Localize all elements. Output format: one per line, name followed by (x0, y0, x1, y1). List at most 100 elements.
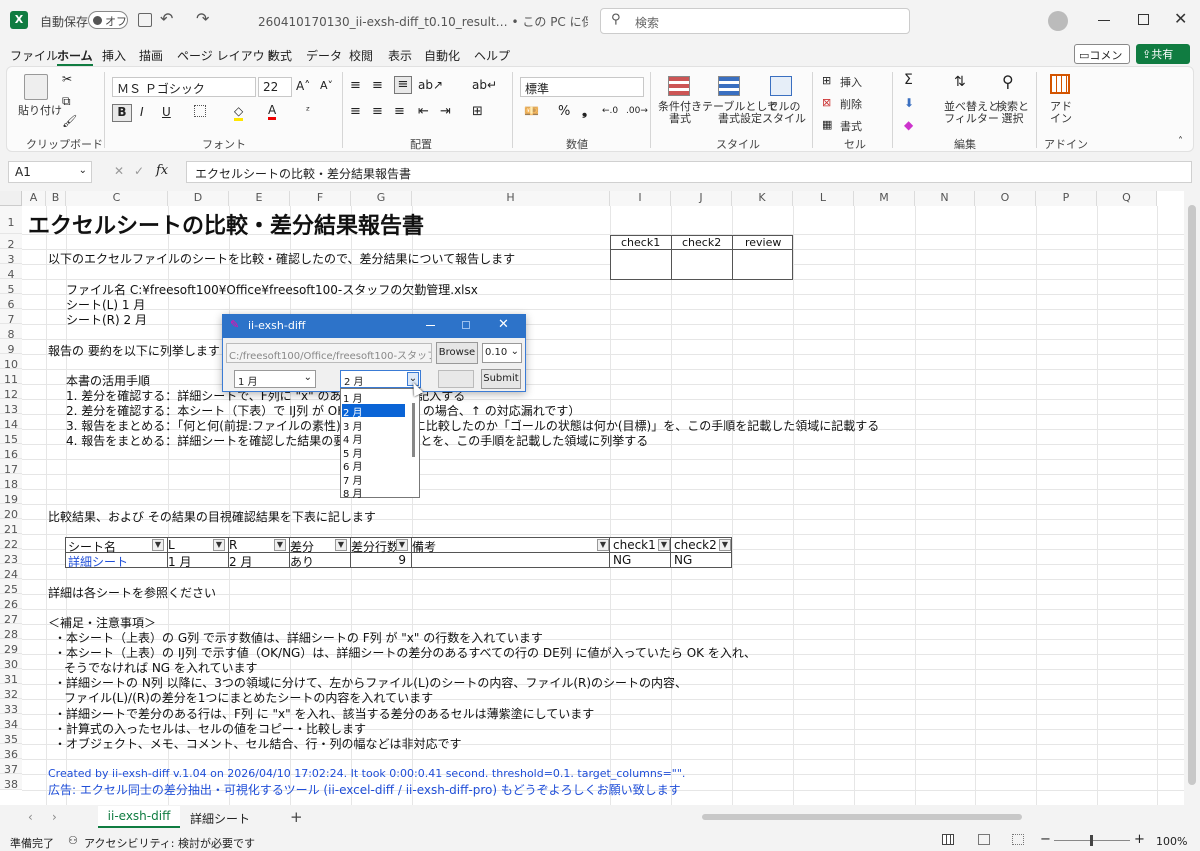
menu-home[interactable]: ホーム (57, 47, 93, 66)
column-header[interactable]: C (66, 191, 168, 206)
row-header[interactable]: 19 (0, 489, 22, 506)
borders-icon[interactable] (194, 105, 206, 117)
row-header[interactable]: 21 (0, 519, 22, 536)
align-left-icon[interactable]: ≡ (350, 104, 361, 119)
vertical-scrollbar[interactable] (1184, 191, 1200, 805)
row-header[interactable]: 28 (0, 624, 22, 641)
dialog-title-bar[interactable]: ✎ ii-exsh-diff ✕ (222, 314, 526, 338)
redo-icon[interactable]: ↷ (196, 9, 209, 28)
cell-styles-icon[interactable] (770, 76, 792, 96)
find-select-button[interactable]: 検索と 選択 (996, 101, 1029, 125)
submit-button[interactable]: Submit (481, 369, 521, 389)
bold-button[interactable]: B (112, 104, 132, 122)
minimize-icon[interactable] (1098, 20, 1110, 21)
percent-icon[interactable]: % (558, 104, 570, 119)
row-header[interactable]: 2 (0, 234, 22, 251)
row-header[interactable]: 12 (0, 384, 22, 401)
menu-file[interactable]: ファイル (10, 47, 58, 64)
sort-filter-icon[interactable]: ⇅ (954, 74, 966, 90)
format-as-table-icon[interactable] (718, 76, 740, 96)
enter-formula-icon[interactable]: ✓ (134, 164, 144, 178)
row-header[interactable]: 29 (0, 639, 22, 656)
select-all-button[interactable] (0, 191, 22, 206)
conditional-format-icon[interactable] (668, 76, 690, 96)
fill-icon[interactable]: ⬇ (904, 96, 914, 110)
row-header[interactable]: 4 (0, 264, 22, 281)
filter-button-l[interactable]: ▼ (213, 539, 225, 551)
table-cell-sheet-link[interactable]: 詳細シート (68, 553, 128, 570)
menu-data[interactable]: データ (306, 47, 342, 64)
name-box[interactable]: A1 ⌄ (8, 161, 92, 183)
row-header[interactable]: 26 (0, 594, 22, 611)
undo-icon[interactable]: ↶ (160, 9, 173, 28)
row-header[interactable]: 30 (0, 654, 22, 671)
row-header[interactable]: 33 (0, 699, 22, 716)
menu-view[interactable]: 表示 (388, 47, 412, 64)
sort-filter-button[interactable]: 並べ替えと フィルター (944, 101, 999, 125)
row-header[interactable]: 23 (0, 549, 22, 566)
insert-cells-icon[interactable]: ⊞ (822, 74, 831, 87)
row-header[interactable]: 10 (0, 354, 22, 371)
column-header[interactable]: F (290, 191, 351, 206)
row-header[interactable]: 11 (0, 369, 22, 386)
row-header[interactable]: 37 (0, 759, 22, 776)
column-header[interactable]: H (412, 191, 610, 206)
dialog-maximize-icon[interactable] (462, 321, 470, 329)
clear-icon[interactable]: ◆ (904, 118, 913, 132)
menu-page-layout[interactable]: ページ レイアウト (177, 47, 277, 64)
menu-formulas[interactable]: 数式 (268, 47, 292, 64)
font-size-select[interactable]: 22 (258, 77, 292, 97)
addins-icon[interactable] (1050, 74, 1070, 94)
column-header[interactable]: K (732, 191, 793, 206)
add-sheet-icon[interactable]: + (290, 808, 303, 826)
share-button[interactable]: ⇪共有 (1136, 44, 1190, 64)
left-sheet-select[interactable]: 1 月 ⌄ (234, 370, 316, 388)
increase-decimal-icon[interactable]: ←.0 (602, 106, 618, 116)
comment-button[interactable]: ▭コメント (1074, 44, 1130, 78)
row-header[interactable]: 18 (0, 474, 22, 491)
row-header[interactable]: 15 (0, 429, 22, 446)
paste-button[interactable]: 貼り付け (18, 102, 62, 118)
comma-icon[interactable]: ❟ (582, 104, 587, 119)
row-header[interactable]: 38 (0, 774, 22, 791)
align-top-icon[interactable]: ≡ (350, 78, 361, 93)
row-header[interactable]: 14 (0, 414, 22, 431)
row-header[interactable]: 27 (0, 609, 22, 626)
find-select-icon[interactable]: ⚲ (1002, 72, 1014, 91)
row-header[interactable]: 20 (0, 504, 22, 521)
filter-button-check1[interactable]: ▼ (658, 539, 670, 551)
column-header[interactable]: G (351, 191, 412, 206)
column-header[interactable]: A (22, 191, 46, 206)
filter-button-diff-rows[interactable]: ▼ (396, 539, 408, 551)
cancel-formula-icon[interactable]: ✕ (114, 164, 124, 178)
zoom-level[interactable]: 100% (1156, 835, 1187, 848)
save-icon[interactable] (138, 13, 152, 27)
align-center-icon[interactable]: ≡ (372, 104, 383, 119)
dropdown-option[interactable]: 2 月 (343, 404, 363, 419)
delete-cells-button[interactable]: 削除 (840, 96, 862, 112)
dropdown-scrollbar[interactable] (412, 403, 415, 457)
row-header[interactable]: 13 (0, 399, 22, 416)
paste-icon[interactable] (24, 74, 48, 100)
copy-icon[interactable]: ⧉ (62, 94, 71, 109)
dialog-close-icon[interactable]: ✕ (498, 317, 509, 332)
formula-input[interactable]: エクセルシートの比較・差分結果報告書 (186, 161, 1192, 183)
ribbon-collapse-icon[interactable]: ˄ (1178, 136, 1183, 147)
font-color-icon[interactable]: A (268, 103, 277, 120)
insert-function-button[interactable]: fx (156, 163, 168, 178)
row-header[interactable]: 36 (0, 744, 22, 761)
row-header[interactable]: 22 (0, 534, 22, 551)
page-break-view-icon[interactable] (1012, 834, 1024, 845)
align-right-icon[interactable]: ≡ (394, 104, 405, 119)
row-header[interactable]: 3 (0, 249, 22, 266)
dropdown-option[interactable]: 8 月 (343, 485, 363, 500)
delete-cells-icon[interactable]: ⊠ (822, 96, 831, 109)
filter-button-check2[interactable]: ▼ (719, 539, 731, 551)
row-header[interactable]: 25 (0, 579, 22, 596)
page-layout-view-icon[interactable] (978, 834, 990, 845)
filter-button-sheet[interactable]: ▼ (152, 539, 164, 551)
increase-indent-icon[interactable]: ⇥ (440, 104, 451, 119)
column-header[interactable]: L (793, 191, 854, 206)
font-name-select[interactable]: ＭＳ Ｐゴシック (112, 77, 256, 97)
horizontal-scrollbar[interactable] (660, 812, 1170, 822)
